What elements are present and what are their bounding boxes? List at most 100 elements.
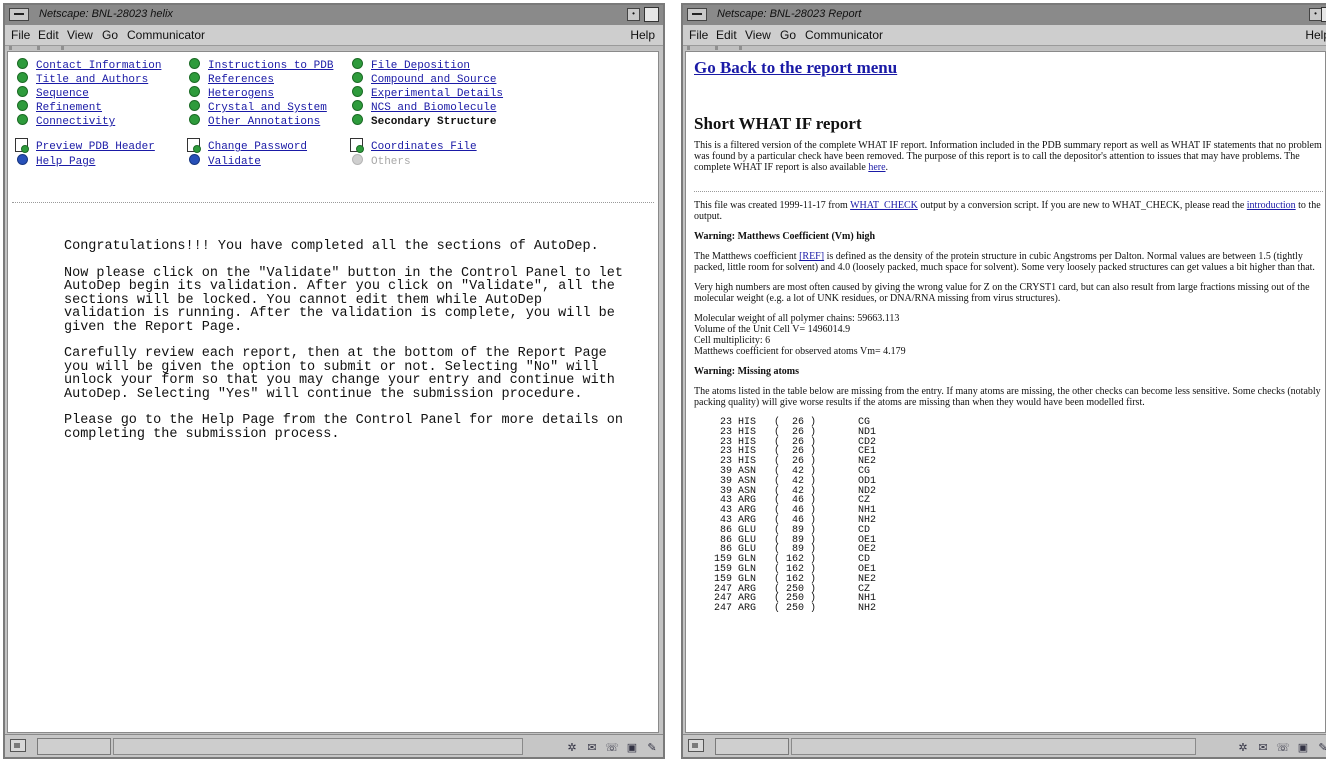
complete-dot-icon — [352, 114, 363, 125]
document-icon — [350, 138, 364, 153]
menu-help[interactable]: Help — [630, 28, 655, 42]
link-coordinates-file[interactable]: Coordinates File — [350, 138, 477, 153]
link-connectivity[interactable]: Connectivity — [17, 114, 115, 128]
link-help-page[interactable]: Help Page — [17, 154, 95, 168]
window-menu-button[interactable] — [9, 8, 29, 21]
link-ncs-and-biomolecule[interactable]: NCS and Biomolecule — [352, 100, 496, 114]
menu-go[interactable]: Go — [102, 28, 118, 42]
progress-bar — [37, 738, 111, 755]
discussion-icon[interactable]: ☏ — [605, 741, 619, 755]
missing-atoms-table: 23 HIS ( 26 ) CG 23 HIS ( 26 ) ND1 23 HI… — [708, 418, 1323, 614]
netscape-window-report: Netscape: BNL-28023 Report • File Edit V… — [681, 3, 1326, 759]
maximize-button[interactable] — [1321, 7, 1326, 22]
created-paragraph: This file was created 1999-11-17 from WH… — [694, 200, 1321, 222]
document-icon — [187, 138, 201, 153]
matthews-paragraph-2: Very high numbers are most often caused … — [694, 282, 1310, 304]
menu-bar: File Edit View Go Communicator Help — [683, 25, 1326, 46]
link-experimental-details[interactable]: Experimental Details — [352, 86, 503, 100]
menu-file[interactable]: File — [11, 28, 30, 42]
toolbar-grip[interactable] — [5, 46, 663, 50]
complete-dot-icon — [17, 86, 28, 97]
complete-dot-icon — [17, 114, 28, 125]
menu-file[interactable]: File — [689, 28, 708, 42]
edit-pen-icon[interactable]: ✎ — [645, 741, 659, 755]
complete-dot-icon — [352, 86, 363, 97]
page-content: Contact Information Title and Authors Se… — [7, 51, 659, 733]
full-report-link[interactable]: here — [868, 162, 885, 173]
link-file-deposition[interactable]: File Deposition — [352, 58, 470, 72]
link-change-password[interactable]: Change Password — [187, 138, 307, 153]
menu-bar: File Edit View Go Communicator Help — [5, 25, 663, 46]
toolbar-grip[interactable] — [683, 46, 1326, 50]
link-references[interactable]: References — [189, 72, 274, 86]
link-compound-and-source[interactable]: Compound and Source — [352, 72, 496, 86]
security-lock-icon[interactable] — [688, 739, 704, 752]
title-bar[interactable]: Netscape: BNL-28023 helix • — [5, 5, 663, 26]
info-dot-icon — [17, 154, 28, 165]
maximize-button[interactable] — [644, 7, 659, 22]
link-instructions-to-pdb[interactable]: Instructions to PDB — [189, 58, 333, 72]
message-paragraph: Please go to the Help Page from the Cont… — [64, 413, 623, 442]
ref-link[interactable]: [REF] — [799, 251, 824, 262]
composer-icon[interactable]: ▣ — [1296, 741, 1310, 755]
menu-communicator[interactable]: Communicator — [127, 28, 205, 42]
window-title: Netscape: BNL-28023 Report — [717, 8, 862, 20]
page-content: Go Back to the report menu Short WHAT IF… — [685, 51, 1326, 733]
complete-dot-icon — [352, 72, 363, 83]
edit-pen-icon[interactable]: ✎ — [1316, 741, 1326, 755]
link-validate[interactable]: Validate — [189, 154, 261, 168]
security-lock-icon[interactable] — [10, 739, 26, 752]
introduction-link[interactable]: introduction — [1247, 200, 1296, 211]
link-preview-pdb-header[interactable]: Preview PDB Header — [15, 138, 155, 153]
intro-paragraph: This is a filtered version of the comple… — [694, 140, 1322, 173]
composer-icon[interactable]: ▣ — [625, 741, 639, 755]
warning-missing-atoms-heading: Warning: Missing atoms — [694, 366, 800, 377]
menu-go[interactable]: Go — [780, 28, 796, 42]
link-crystal-and-system[interactable]: Crystal and System — [189, 100, 327, 114]
message-paragraph: Carefully review each report, then at th… — [64, 346, 615, 402]
mail-icon[interactable]: ✉ — [1256, 741, 1270, 755]
what-check-link[interactable]: WHAT_CHECK — [850, 200, 918, 211]
window-menu-button[interactable] — [687, 8, 707, 21]
link-sequence[interactable]: Sequence — [17, 86, 89, 100]
current-section-secondary-structure: Secondary Structure — [352, 114, 496, 128]
whatif-report: Go Back to the report menu Short WHAT IF… — [694, 58, 1323, 614]
navigator-icon[interactable]: ✲ — [1236, 741, 1250, 755]
discussion-icon[interactable]: ☏ — [1276, 741, 1290, 755]
window-title: Netscape: BNL-28023 helix — [39, 8, 173, 20]
status-bar: ✲ ✉ ☏ ▣ ✎ — [5, 734, 663, 757]
complete-dot-icon — [189, 58, 200, 69]
menu-edit[interactable]: Edit — [38, 28, 59, 42]
link-contact-information[interactable]: Contact Information — [17, 58, 161, 72]
complete-dot-icon — [352, 100, 363, 111]
disabled-dot-icon — [352, 154, 363, 165]
message-paragraph: Now please click on the "Validate" butto… — [64, 265, 623, 335]
complete-dot-icon — [17, 100, 28, 111]
minimize-button[interactable]: • — [627, 8, 640, 21]
complete-dot-icon — [189, 114, 200, 125]
status-text — [791, 738, 1196, 755]
menu-view[interactable]: View — [67, 28, 93, 42]
message-paragraph: Congratulations!!! You have completed al… — [64, 239, 599, 254]
matthews-paragraph: The Matthews coefficient [REF] is define… — [694, 251, 1315, 273]
back-to-report-menu-link[interactable]: Go Back to the report menu — [694, 58, 1323, 78]
link-heterogens[interactable]: Heterogens — [189, 86, 274, 100]
complete-dot-icon — [17, 72, 28, 83]
link-other-annotations[interactable]: Other Annotations — [189, 114, 320, 128]
navigator-icon[interactable]: ✲ — [565, 741, 579, 755]
status-bar: ✲ ✉ ☏ ▣ ✎ — [683, 734, 1326, 757]
separator — [12, 202, 654, 203]
menu-help[interactable]: Help — [1305, 28, 1326, 42]
mail-icon[interactable]: ✉ — [585, 741, 599, 755]
complete-dot-icon — [189, 100, 200, 111]
link-title-and-authors[interactable]: Title and Authors — [17, 72, 148, 86]
title-bar[interactable]: Netscape: BNL-28023 Report • — [683, 5, 1326, 26]
report-heading: Short WHAT IF report — [694, 114, 862, 133]
status-text — [113, 738, 523, 755]
menu-edit[interactable]: Edit — [716, 28, 737, 42]
validate-dot-icon — [189, 154, 200, 165]
stats-block: Molecular weight of all polymer chains: … — [694, 313, 906, 357]
link-refinement[interactable]: Refinement — [17, 100, 102, 114]
menu-communicator[interactable]: Communicator — [805, 28, 883, 42]
menu-view[interactable]: View — [745, 28, 771, 42]
